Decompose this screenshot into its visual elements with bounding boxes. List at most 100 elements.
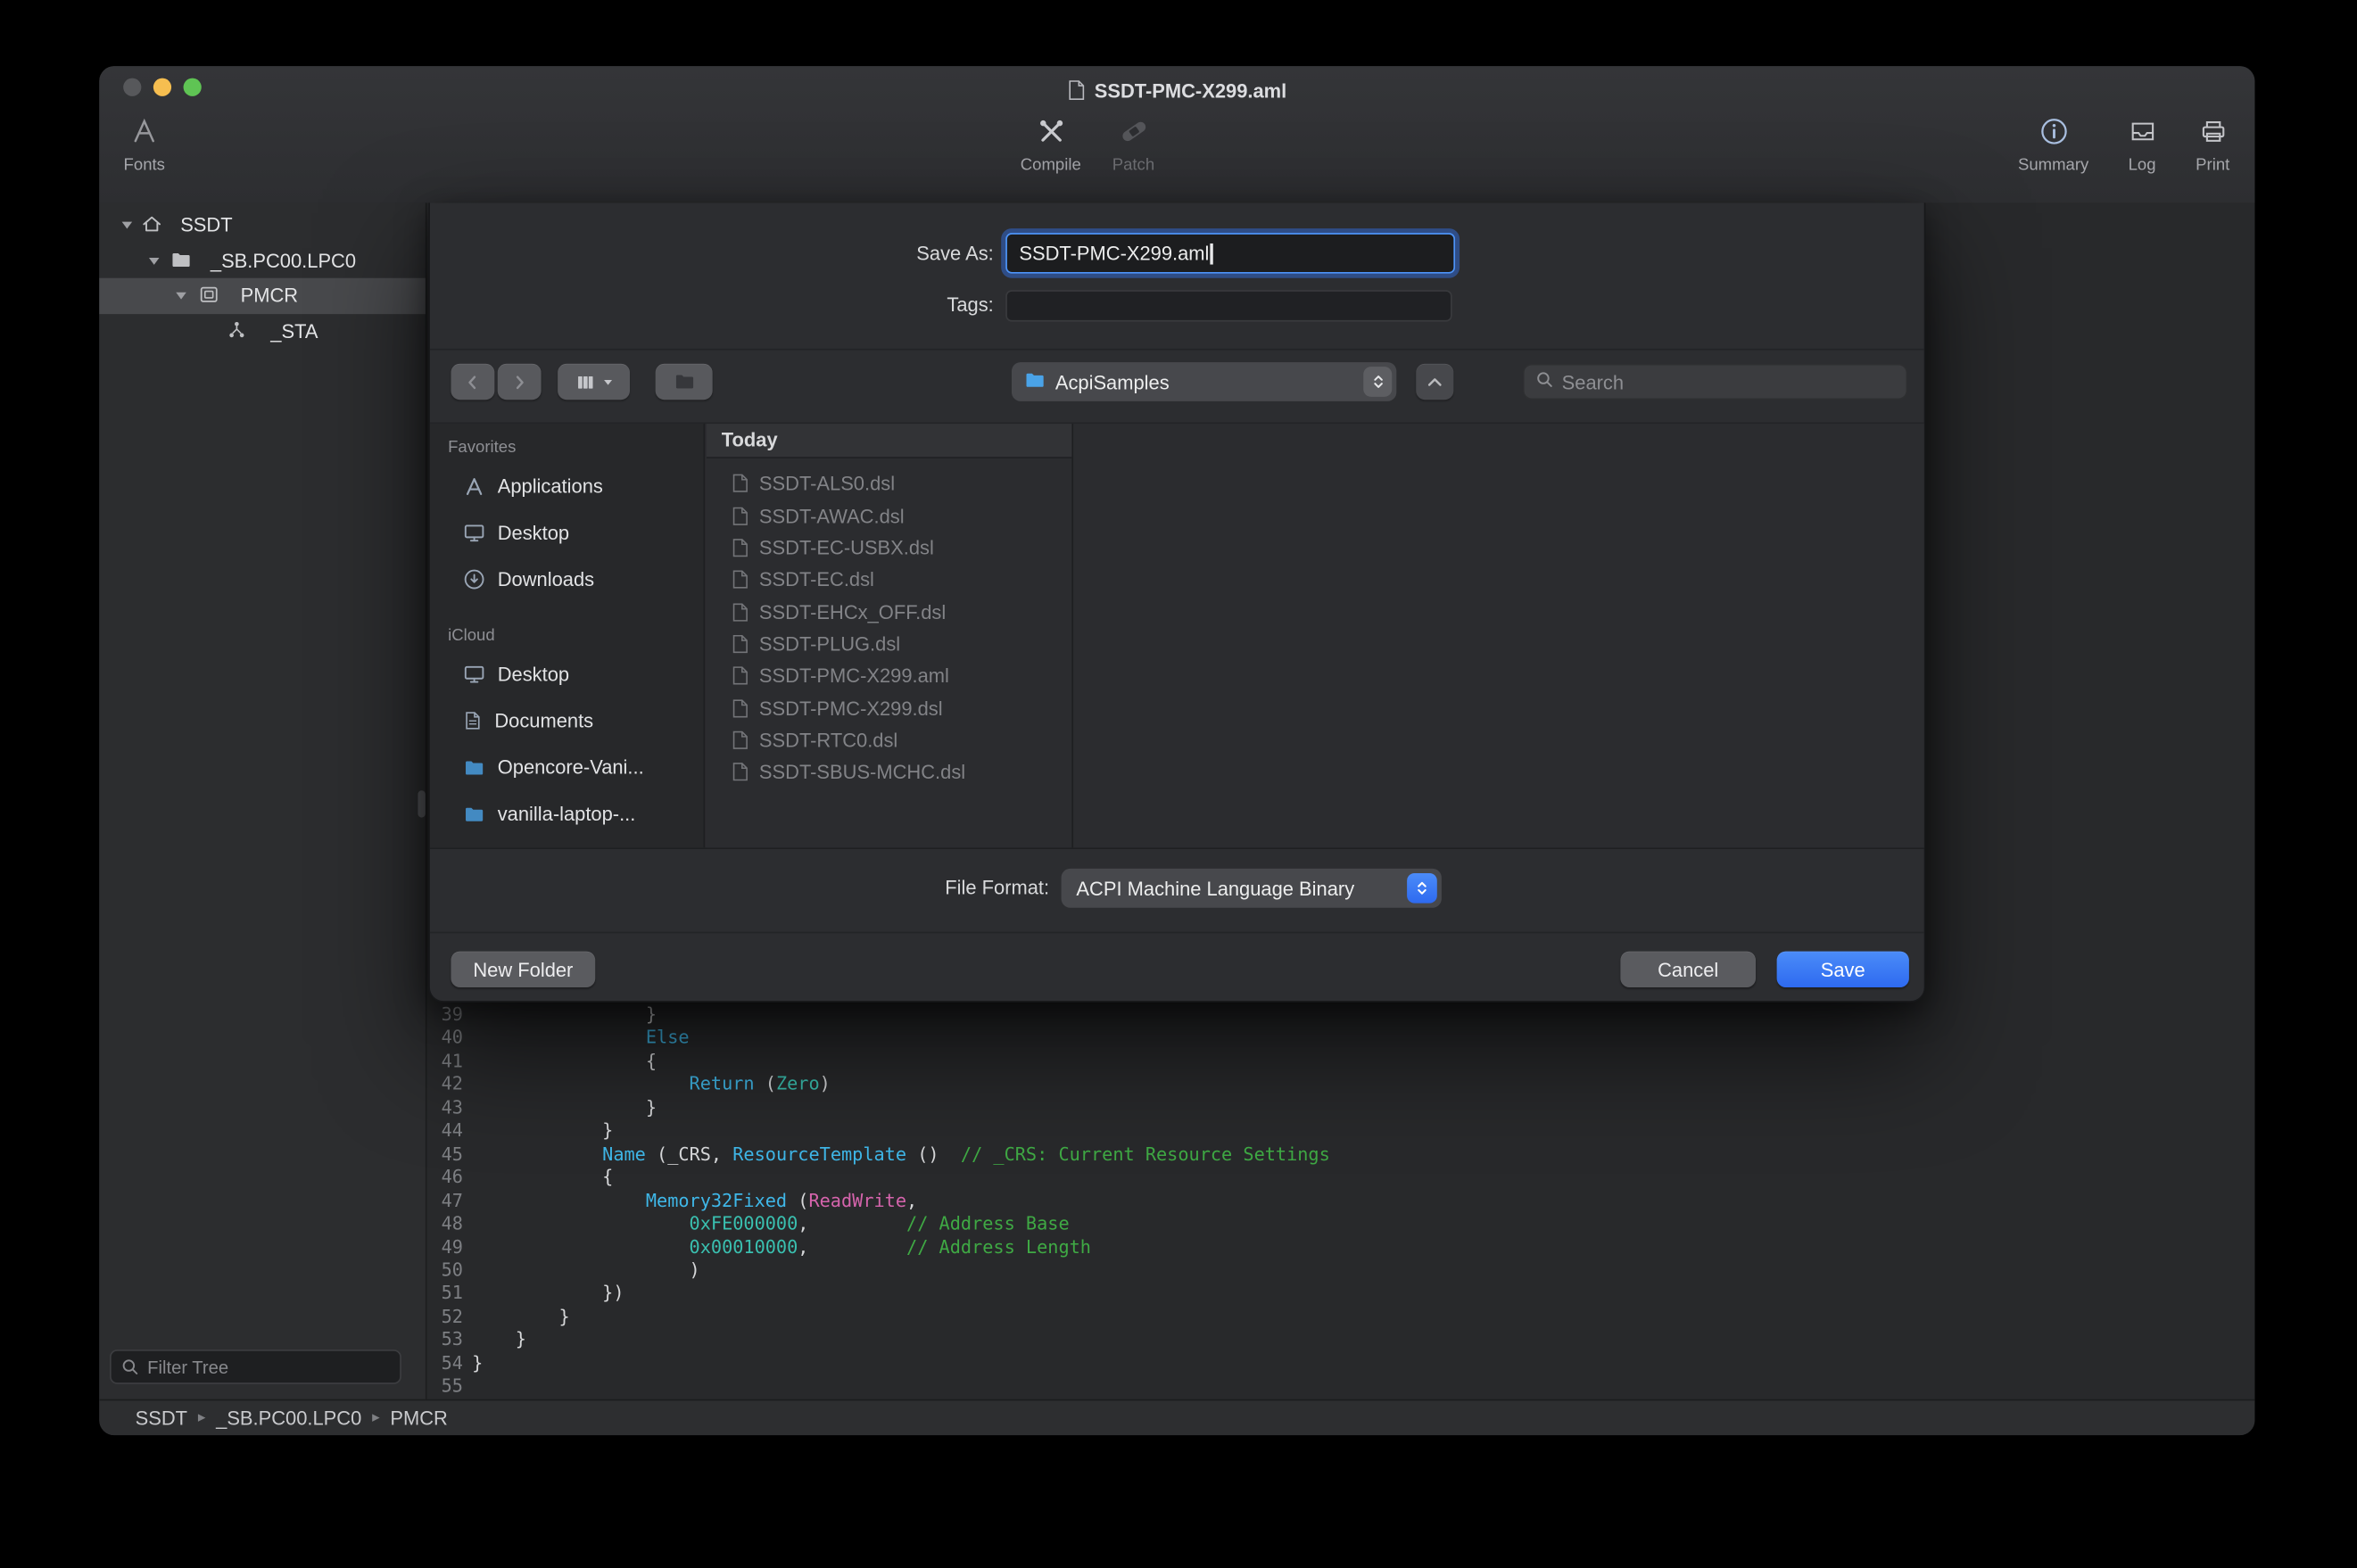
file-row[interactable]: SSDT-AWAC.dsl xyxy=(707,499,1071,532)
log-label: Log xyxy=(2129,156,2156,174)
sidebar-item-vanilla-laptop-[interactable]: vanilla-laptop-... xyxy=(430,790,704,837)
back-button[interactable] xyxy=(451,364,494,400)
zoom-button[interactable] xyxy=(184,78,202,96)
filter-tree-input[interactable]: Filter Tree xyxy=(110,1349,401,1384)
file-row[interactable]: SSDT-PMC-X299.dsl xyxy=(707,692,1071,724)
document-icon xyxy=(1067,79,1085,101)
sidebar-item-opencore-vani-[interactable]: Opencore-Vani... xyxy=(430,744,704,790)
file-row[interactable]: SSDT-EC-USBX.dsl xyxy=(707,532,1071,564)
window-title-text: SSDT-PMC-X299.aml xyxy=(1095,78,1286,101)
file-row[interactable]: SSDT-EHCx_OFF.dsl xyxy=(707,596,1071,628)
code-line[interactable]: 52 } xyxy=(427,1306,2255,1329)
view-options-button[interactable] xyxy=(558,364,630,400)
close-button[interactable] xyxy=(123,78,141,96)
code-line[interactable]: 42 Return (Zero) xyxy=(427,1074,2255,1097)
tags-input[interactable] xyxy=(1005,290,1451,321)
code-text: { xyxy=(463,1167,613,1190)
code-line[interactable]: 54} xyxy=(427,1352,2255,1375)
file-format-value: ACPI Machine Language Binary xyxy=(1076,877,1354,899)
save-button[interactable]: Save xyxy=(1777,952,1909,987)
line-number: 41 xyxy=(427,1051,463,1074)
tree-item-ssdt[interactable]: SSDT xyxy=(99,208,426,243)
sidebar-item-applications[interactable]: Applications xyxy=(430,463,704,509)
tree-item-label: SSDT xyxy=(180,213,232,237)
sidebar-item-label: Documents xyxy=(494,709,593,731)
icloud-list: Desktop Documents Opencore-Vani...vanilla-… xyxy=(430,651,704,838)
files-pane: Today SSDT-ALS0.dslSSDT-AWAC.dslSSDT-EC-… xyxy=(707,424,1073,847)
disclosure-triangle-icon[interactable] xyxy=(120,218,134,231)
code-line[interactable]: 43 } xyxy=(427,1097,2255,1120)
document-file-icon xyxy=(732,730,749,750)
folder-icon xyxy=(673,371,695,392)
breadcrumb-separator: ▸ xyxy=(372,1409,379,1426)
file-row[interactable]: SSDT-SBUS-MCHC.dsl xyxy=(707,756,1071,788)
sidebar-item-documents[interactable]: Documents xyxy=(430,697,704,744)
compile-icon xyxy=(1035,111,1066,151)
sidebar-splitter-handle[interactable] xyxy=(418,790,425,817)
line-number: 53 xyxy=(427,1329,463,1352)
code-line[interactable]: 53 } xyxy=(427,1329,2255,1352)
tree-item--sb-pc00-lpc0[interactable]: _SB.PC00.LPC0 xyxy=(99,243,426,278)
parent-folder-button[interactable] xyxy=(1416,364,1453,400)
fonts-button[interactable]: Fonts xyxy=(99,111,192,175)
code-line[interactable]: 47 Memory32Fixed (ReadWrite, xyxy=(427,1190,2255,1213)
sidebar-item-downloads[interactable]: Downloads xyxy=(430,556,704,602)
code-text: } xyxy=(463,1097,657,1120)
search-input[interactable]: Search xyxy=(1523,364,1907,400)
tags-label: Tags: xyxy=(430,289,994,322)
breadcrumb-segment: PMCR xyxy=(390,1407,448,1429)
code-line[interactable]: 55 xyxy=(427,1375,2255,1399)
code-line[interactable]: 46 { xyxy=(427,1167,2255,1190)
save-as-input[interactable]: SSDT-PMC-X299.aml xyxy=(1005,233,1455,273)
sidebar-item-desktop[interactable]: Desktop xyxy=(430,651,704,697)
code-line[interactable]: 39 } xyxy=(427,1004,2255,1027)
downloads-icon xyxy=(463,568,485,590)
sidebar-item-desktop[interactable]: Desktop xyxy=(430,509,704,556)
compile-button[interactable]: Compile xyxy=(1003,111,1099,175)
fonts-label: Fonts xyxy=(124,156,165,174)
new-folder-button[interactable]: New Folder xyxy=(451,952,595,987)
statusbar: SSDT▸_SB.PC00.LPC0▸PMCR xyxy=(99,1399,2254,1435)
line-number: 44 xyxy=(427,1120,463,1143)
location-popup[interactable]: AcpiSamples xyxy=(1012,362,1396,401)
window-title: SSDT-PMC-X299.aml xyxy=(279,75,2074,105)
file-row[interactable]: SSDT-RTC0.dsl xyxy=(707,724,1071,756)
code-text: 0x00010000, // Address Length xyxy=(463,1236,1091,1259)
disclosure-triangle-icon[interactable] xyxy=(174,289,187,302)
patch-button[interactable]: Patch xyxy=(1086,111,1182,175)
forward-button[interactable] xyxy=(498,364,542,400)
code-line[interactable]: 49 0x00010000, // Address Length xyxy=(427,1236,2255,1259)
line-number: 50 xyxy=(427,1259,463,1283)
tree-item-pmcr[interactable]: PMCR xyxy=(99,278,426,314)
summary-label: Summary xyxy=(2018,156,2088,174)
icloud-header: iCloud xyxy=(430,621,704,651)
sheet-divider xyxy=(430,932,1924,934)
file-name: SSDT-EC.dsl xyxy=(759,568,874,590)
code-line[interactable]: 41 { xyxy=(427,1051,2255,1074)
file-name: SSDT-AWAC.dsl xyxy=(759,504,905,526)
code-line[interactable]: 45 Name (_CRS, ResourceTemplate () // _C… xyxy=(427,1143,2255,1167)
filter-tree-placeholder: Filter Tree xyxy=(147,1357,228,1378)
folder-toolbar-button[interactable] xyxy=(656,364,713,400)
code-line[interactable]: 50 ) xyxy=(427,1259,2255,1283)
chevron-right-icon xyxy=(509,372,529,392)
code-line[interactable]: 51 }) xyxy=(427,1283,2255,1306)
tree-item--sta[interactable]: _STA xyxy=(99,314,426,350)
cancel-button[interactable]: Cancel xyxy=(1620,952,1756,987)
code-line[interactable]: 44 } xyxy=(427,1120,2255,1143)
code-text: Return (Zero) xyxy=(463,1074,831,1097)
print-button[interactable]: Print xyxy=(2164,111,2254,175)
summary-button[interactable]: Summary xyxy=(2006,111,2102,175)
code-text: Memory32Fixed (ReadWrite, xyxy=(463,1190,917,1213)
code-line[interactable]: 40 Else xyxy=(427,1027,2255,1051)
file-row[interactable]: SSDT-ALS0.dsl xyxy=(707,467,1071,499)
save-as-label: Save As: xyxy=(430,235,994,274)
file-row[interactable]: SSDT-PMC-X299.aml xyxy=(707,660,1071,692)
file-format-popup[interactable]: ACPI Machine Language Binary xyxy=(1062,869,1442,908)
file-row[interactable]: SSDT-EC.dsl xyxy=(707,564,1071,596)
disclosure-triangle-icon[interactable] xyxy=(147,253,161,267)
minimize-button[interactable] xyxy=(153,78,171,96)
code-line[interactable]: 48 0xFE000000, // Address Base xyxy=(427,1213,2255,1236)
file-row[interactable]: SSDT-PLUG.dsl xyxy=(707,628,1071,660)
document-file-icon xyxy=(732,570,749,590)
